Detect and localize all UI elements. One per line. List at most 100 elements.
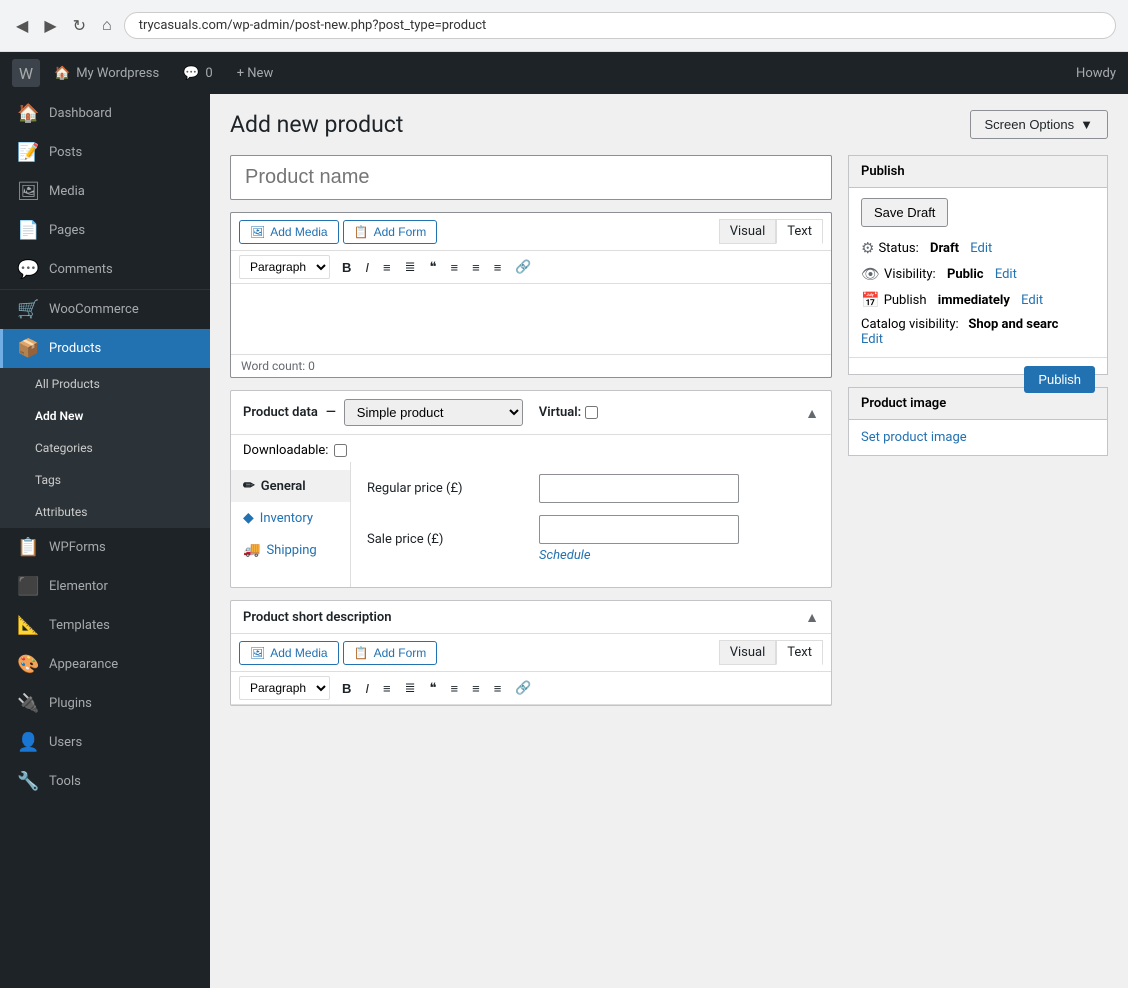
set-product-image-link[interactable]: Set product image	[861, 430, 967, 445]
align-center-button[interactable]: ≡	[466, 256, 486, 279]
product-data-dash: —	[326, 405, 336, 420]
pd-tab-inventory[interactable]: ◆ Inventory	[231, 502, 350, 534]
sidebar-item-label: Appearance	[49, 657, 118, 672]
sidebar-item-users[interactable]: 👤 Users	[0, 723, 210, 762]
reload-button[interactable]: ↻	[69, 12, 90, 40]
short-desc-bold-button[interactable]: B	[336, 677, 357, 700]
product-data-header: Product data — Simple product Variable p…	[231, 391, 831, 435]
sidebar-item-templates[interactable]: 📐 Templates	[0, 606, 210, 645]
forward-button[interactable]: ▶	[40, 12, 60, 40]
short-description-collapse-btn[interactable]: ▲	[805, 609, 819, 625]
editor-media-bar: 🖼 Add Media 📋 Add Form Visual Text	[231, 213, 831, 251]
link-button[interactable]: 🔗	[509, 255, 537, 279]
sale-price-input[interactable]	[539, 515, 739, 544]
inventory-icon: ◆	[243, 510, 254, 526]
sidebar-item-tools[interactable]: 🔧 Tools	[0, 762, 210, 801]
italic-button[interactable]: I	[359, 256, 375, 279]
publish-edit-link[interactable]: Edit	[1021, 293, 1043, 308]
sidebar-item-comments[interactable]: 💬 Comments	[0, 250, 210, 289]
status-edit-link[interactable]: Edit	[970, 241, 992, 256]
sidebar-item-appearance[interactable]: 🎨 Appearance	[0, 645, 210, 684]
catalog-value: Shop and searc	[968, 317, 1058, 332]
page-title: Add new product	[230, 111, 403, 138]
schedule-link[interactable]: Schedule	[539, 548, 591, 563]
text-tab[interactable]: Text	[776, 219, 823, 244]
short-desc-visual-tab[interactable]: Visual	[719, 640, 777, 665]
sidebar-item-all-products[interactable]: All Products	[0, 368, 210, 400]
blockquote-button[interactable]: ❝	[424, 255, 443, 279]
back-button[interactable]: ◀	[12, 12, 32, 40]
admin-bar-new[interactable]: + New	[227, 62, 284, 85]
pd-tab-general[interactable]: ✏ General	[231, 470, 350, 502]
url-bar[interactable]: trycasuals.com/wp-admin/post-new.php?pos…	[124, 12, 1116, 39]
short-desc-add-form-button[interactable]: 📋 Add Form	[343, 641, 438, 665]
short-desc-align-right-button[interactable]: ≡	[488, 677, 508, 700]
add-media-button[interactable]: 🖼 Add Media	[239, 220, 339, 244]
product-name-input[interactable]	[230, 155, 832, 200]
sidebar-item-products[interactable]: 📦 Products	[0, 329, 210, 368]
visibility-edit-link[interactable]: Edit	[995, 267, 1017, 282]
product-data-collapse-btn[interactable]: ▲	[805, 405, 819, 421]
screen-options-button[interactable]: Screen Options ▼	[970, 110, 1108, 139]
pd-tab-label: Shipping	[266, 543, 316, 558]
pd-tab-shipping[interactable]: 🚚 Shipping	[231, 534, 350, 566]
short-desc-ol-button[interactable]: ≣	[399, 676, 422, 700]
align-left-button[interactable]: ≡	[445, 256, 465, 279]
short-desc-paragraph-select[interactable]: Paragraph	[239, 676, 330, 700]
sidebar-item-plugins[interactable]: 🔌 Plugins	[0, 684, 210, 723]
regular-price-row: Regular price (£)	[367, 474, 815, 503]
publish-box-header: Publish	[849, 156, 1107, 188]
comments-count: 0	[205, 66, 212, 81]
sidebar-item-elementor[interactable]: ⬛ Elementor	[0, 567, 210, 606]
admin-bar-site[interactable]: 🏠 My Wordpress	[44, 62, 169, 85]
save-draft-button[interactable]: Save Draft	[861, 198, 948, 227]
add-form-icon: 📋	[354, 646, 369, 660]
catalog-edit-link[interactable]: Edit	[861, 332, 883, 347]
new-label: + New	[237, 66, 274, 81]
sidebar-item-categories[interactable]: Categories	[0, 432, 210, 464]
templates-icon: 📐	[17, 615, 39, 636]
short-desc-align-left-button[interactable]: ≡	[445, 677, 465, 700]
publish-value: immediately	[938, 293, 1010, 308]
visual-tab[interactable]: Visual	[719, 219, 777, 244]
add-form-label: Add Form	[374, 225, 427, 239]
short-desc-align-center-button[interactable]: ≡	[466, 677, 486, 700]
wp-main: 🏠 Dashboard 📝 Posts 🖼 Media 📄 Pages 💬 Co…	[0, 94, 1128, 988]
regular-price-input[interactable]	[539, 474, 739, 503]
sidebar-item-posts[interactable]: 📝 Posts	[0, 133, 210, 172]
sidebar-item-woocommerce[interactable]: 🛒 WooCommerce	[0, 290, 210, 329]
bold-button[interactable]: B	[336, 256, 357, 279]
short-desc-link-button[interactable]: 🔗	[509, 676, 537, 700]
unordered-list-button[interactable]: ≡	[377, 256, 397, 279]
short-desc-text-tab[interactable]: Text	[776, 640, 823, 665]
short-desc-quote-button[interactable]: ❝	[424, 676, 443, 700]
sidebar-item-tags[interactable]: Tags	[0, 464, 210, 496]
align-right-button[interactable]: ≡	[488, 256, 508, 279]
sidebar-item-label: Templates	[49, 618, 110, 633]
sidebar-item-dashboard[interactable]: 🏠 Dashboard	[0, 94, 210, 133]
short-desc-italic-button[interactable]: I	[359, 677, 375, 700]
ordered-list-button[interactable]: ≣	[399, 255, 422, 279]
shipping-icon: 🚚	[243, 542, 260, 558]
pd-tab-label: General	[261, 479, 306, 494]
admin-bar-comments[interactable]: 💬 0	[173, 62, 223, 85]
product-type-select[interactable]: Simple product Variable product Grouped …	[344, 399, 523, 426]
editor-content-area[interactable]	[231, 284, 831, 354]
virtual-checkbox[interactable]	[585, 406, 598, 419]
plugins-icon: 🔌	[17, 693, 39, 714]
sidebar-item-wpforms[interactable]: 📋 WPForms	[0, 528, 210, 567]
sidebar-item-add-new[interactable]: Add New	[0, 400, 210, 432]
paragraph-select[interactable]: Paragraph	[239, 255, 330, 279]
short-desc-add-media-button[interactable]: 🖼 Add Media	[239, 641, 339, 665]
sidebar-item-pages[interactable]: 📄 Pages	[0, 211, 210, 250]
product-image-box: Product image Set product image	[848, 387, 1108, 456]
wp-logo[interactable]: W	[12, 59, 40, 87]
short-desc-ul-button[interactable]: ≡	[377, 677, 397, 700]
home-button[interactable]: ⌂	[98, 13, 116, 39]
sidebar-item-attributes[interactable]: Attributes	[0, 496, 210, 528]
add-form-button[interactable]: 📋 Add Form	[343, 220, 438, 244]
sidebar-item-media[interactable]: 🖼 Media	[0, 172, 210, 211]
publish-button[interactable]: Publish	[1024, 366, 1095, 393]
downloadable-checkbox[interactable]	[334, 444, 347, 457]
comments-icon: 💬	[17, 259, 39, 280]
